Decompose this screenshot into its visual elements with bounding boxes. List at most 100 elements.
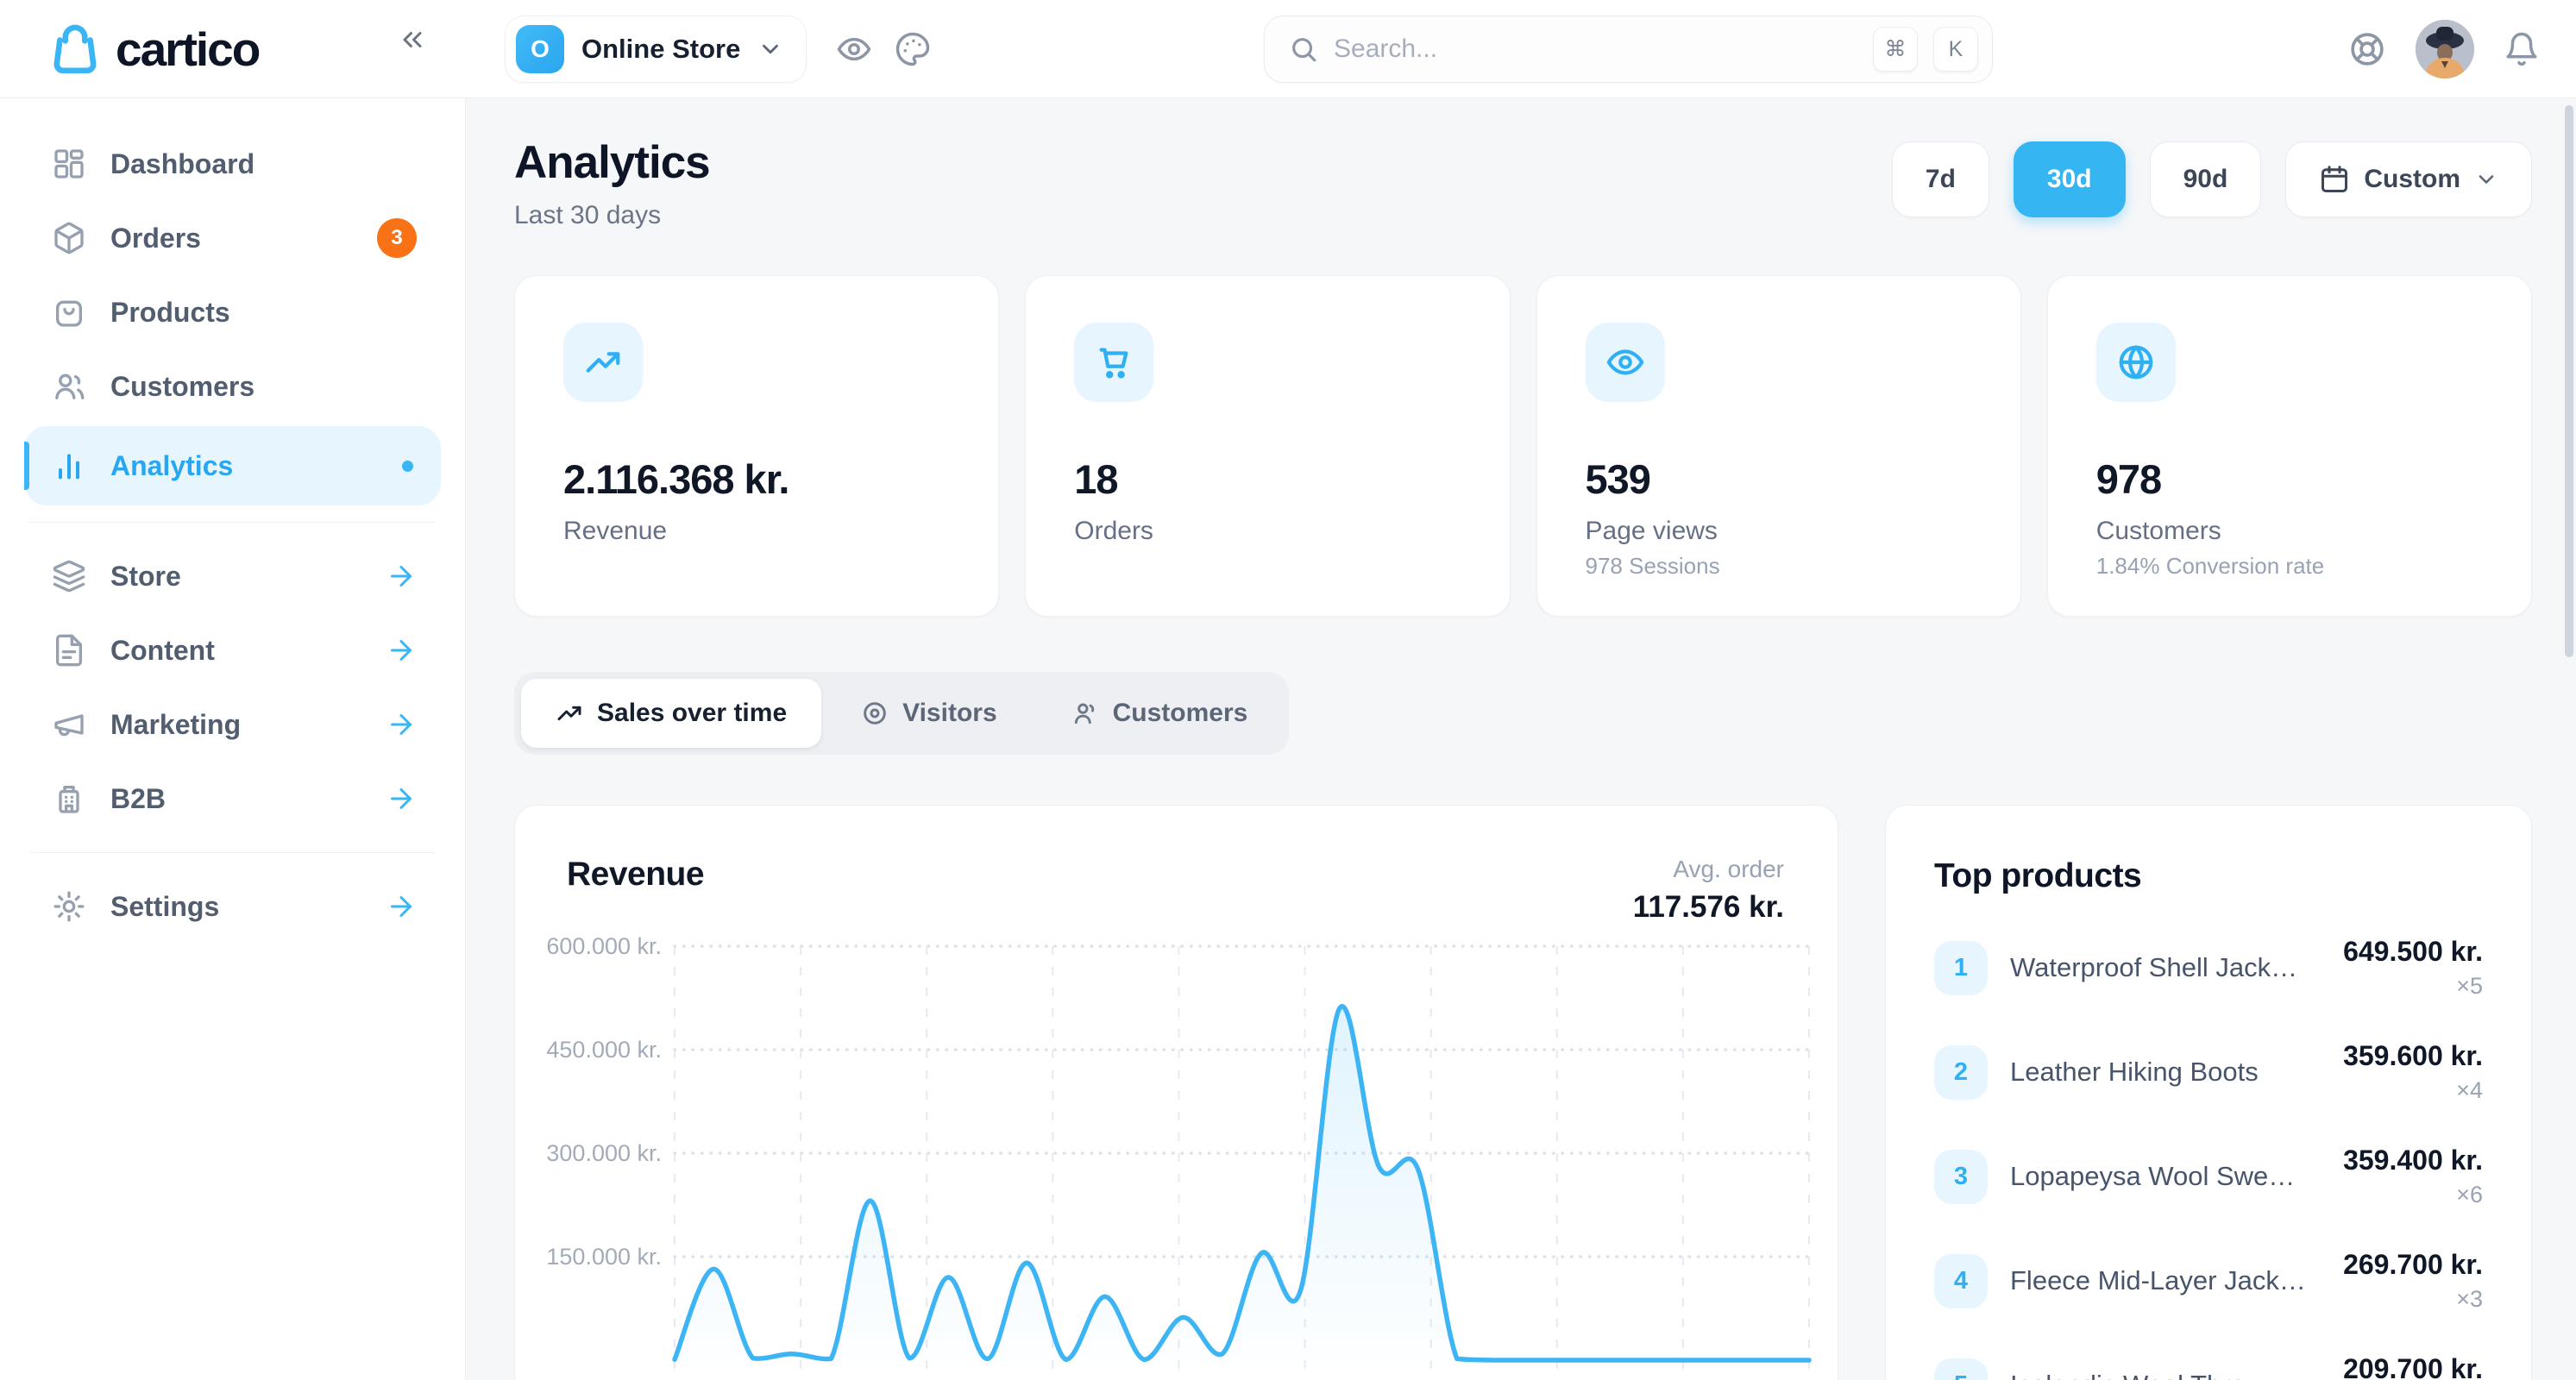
globe-icon [2096, 323, 2176, 402]
sidebar-item-orders[interactable]: Orders 3 [0, 201, 465, 275]
shopping-bag-icon [52, 295, 86, 329]
calendar-icon [2319, 164, 2350, 195]
sidebar-item-analytics[interactable]: Analytics [24, 426, 441, 505]
theme-palette-button[interactable] [895, 31, 931, 67]
active-indicator [24, 442, 29, 490]
sidebar-item-label: Settings [110, 891, 219, 923]
top-product-row[interactable]: 5 Icelandic Wool Throw … 209.700 kr. ×3 [1934, 1353, 2483, 1380]
stat-card-orders: 18 Orders [1025, 275, 1510, 617]
rank-badge: 4 [1934, 1254, 1988, 1308]
product-name: Leather Hiking Boots [2010, 1057, 2321, 1088]
sidebar-item-label: B2B [110, 783, 166, 815]
product-revenue: 359.600 kr. [2343, 1040, 2483, 1072]
revenue-chart: 600.000 kr. 450.000 kr. 300.000 kr. 150.… [515, 806, 1839, 1380]
product-quantity: ×4 [2343, 1077, 2483, 1104]
sidebar-item-marketing[interactable]: Marketing [0, 687, 465, 762]
revenue-chart-svg [515, 806, 1839, 1380]
brand: cartico [0, 21, 466, 78]
y-axis-tick: 450.000 kr. [515, 1034, 662, 1065]
top-products-card: Top products 1 Waterproof Shell Jack… 64… [1885, 805, 2532, 1380]
rank-badge: 2 [1934, 1045, 1988, 1100]
sidebar-item-label: Store [110, 561, 181, 593]
shopping-cart-icon [1074, 323, 1153, 402]
product-right: 359.600 kr. ×4 [2343, 1040, 2483, 1104]
store-initial-badge: O [516, 25, 564, 73]
top-product-row[interactable]: 3 Lopapeysa Wool Swe… 359.400 kr. ×6 [1934, 1145, 2483, 1208]
tab-customers[interactable]: Customers [1037, 679, 1283, 748]
sidebar-item-label: Orders [110, 223, 201, 254]
top-product-row[interactable]: 2 Leather Hiking Boots 359.600 kr. ×4 [1934, 1040, 2483, 1104]
stat-value: 539 [1586, 455, 1972, 503]
users-icon [52, 369, 86, 404]
sidebar-item-customers[interactable]: Customers [0, 349, 465, 423]
page-subtitle: Last 30 days [514, 201, 710, 230]
stat-label: Revenue [563, 517, 950, 546]
store-selector[interactable]: O Online Store [505, 16, 807, 83]
tab-label: Customers [1113, 699, 1248, 728]
gear-icon [52, 889, 86, 924]
stat-card-customers: 978 Customers 1.84% Conversion rate [2047, 275, 2532, 617]
product-name: Lopapeysa Wool Swe… [2010, 1161, 2321, 1192]
product-name: Icelandic Wool Throw … [2010, 1370, 2321, 1380]
sidebar-item-settings[interactable]: Settings [0, 869, 465, 944]
stat-label: Customers [2096, 517, 2483, 546]
tab-visitors[interactable]: Visitors [826, 679, 1032, 748]
dashboard-grid-icon [52, 147, 86, 181]
layers-icon [52, 559, 86, 593]
stat-card-page-views: 539 Page views 978 Sessions [1536, 275, 2021, 617]
product-revenue: 359.400 kr. [2343, 1145, 2483, 1176]
page-title-block: Analytics Last 30 days [514, 136, 710, 230]
bell-icon [2504, 31, 2540, 67]
sidebar-item-b2b[interactable]: B2B [0, 762, 465, 836]
sidebar-item-store[interactable]: Store [0, 539, 465, 613]
product-revenue: 269.700 kr. [2343, 1249, 2483, 1281]
sidebar-collapse-button[interactable] [386, 14, 438, 66]
range-90d-button[interactable]: 90d [2150, 141, 2262, 217]
range-custom-button[interactable]: Custom [2285, 141, 2532, 217]
chevrons-left-icon [397, 24, 428, 55]
search-icon [1289, 34, 1318, 64]
user-avatar[interactable] [2416, 20, 2474, 78]
y-axis-tick: 600.000 kr. [515, 931, 662, 962]
active-dot [402, 461, 413, 472]
product-revenue: 649.500 kr. [2343, 936, 2483, 968]
preview-store-button[interactable] [836, 31, 872, 67]
range-30d-button[interactable]: 30d [2014, 141, 2126, 217]
file-text-icon [52, 633, 86, 668]
notifications-button[interactable] [2504, 31, 2540, 67]
sidebar-item-products[interactable]: Products [0, 275, 465, 349]
help-button[interactable] [2348, 30, 2386, 68]
tab-sales-over-time[interactable]: Sales over time [521, 679, 821, 748]
stat-label: Page views [1586, 517, 1972, 546]
product-name: Fleece Mid-Layer Jack… [2010, 1265, 2321, 1296]
app-root: cartico O Online Store [0, 0, 2576, 1380]
sidebar-item-content[interactable]: Content [0, 613, 465, 687]
sidebar-item-label: Dashboard [110, 148, 254, 180]
product-quantity: ×5 [2343, 973, 2483, 1000]
sidebar-item-label: Products [110, 297, 230, 329]
building-icon [52, 781, 86, 816]
main-content: Analytics Last 30 days 7d 30d 90d Custom [466, 98, 2576, 1380]
stat-cards: 2.116.368 kr. Revenue 18 Orders [514, 275, 2532, 617]
package-icon [52, 221, 86, 255]
stat-label: Orders [1074, 517, 1461, 546]
y-axis-tick: 300.000 kr. [515, 1138, 662, 1169]
stat-value: 978 [2096, 455, 2483, 503]
eye-icon [836, 31, 872, 67]
page-title: Analytics [514, 136, 710, 189]
arrow-right-icon [386, 561, 417, 592]
stat-value: 2.116.368 kr. [563, 455, 950, 503]
top-product-row[interactable]: 4 Fleece Mid-Layer Jack… 269.700 kr. ×3 [1934, 1249, 2483, 1313]
top-bar: cartico O Online Store [0, 0, 2576, 98]
product-right: 209.700 kr. ×3 [2343, 1353, 2483, 1380]
circle-dot-icon [861, 699, 889, 727]
top-product-row[interactable]: 1 Waterproof Shell Jack… 649.500 kr. ×5 [1934, 936, 2483, 1000]
search-box[interactable]: ⌘ K [1264, 16, 1993, 83]
range-7d-button[interactable]: 7d [1892, 141, 1989, 217]
stat-sublabel: 1.84% Conversion rate [2096, 553, 2483, 580]
chevron-down-icon [757, 36, 783, 62]
scrollbar[interactable] [2565, 105, 2573, 657]
brand-name: cartico [116, 22, 259, 77]
sidebar-item-dashboard[interactable]: Dashboard [0, 127, 465, 201]
search-input[interactable] [1334, 34, 1857, 64]
